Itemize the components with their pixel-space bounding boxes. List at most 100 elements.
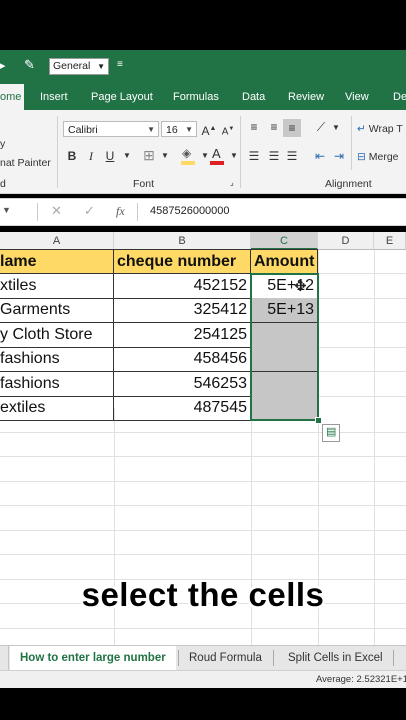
cancel-icon[interactable]: ✕ [51, 203, 62, 219]
font-color-icon[interactable]: A [209, 146, 225, 165]
gridline [318, 298, 406, 299]
align-middle-icon[interactable]: ≡ [265, 118, 283, 136]
decrease-indent-icon[interactable]: ⇤ [311, 147, 329, 165]
header-cell-name[interactable]: lame [0, 249, 114, 274]
font-size-dropdown[interactable]: 16 ▼ [161, 121, 197, 137]
amount-cell[interactable] [251, 323, 318, 348]
gridline [0, 456, 406, 457]
increase-font-icon[interactable]: A▲ [200, 120, 218, 138]
tab-data[interactable]: Data [242, 84, 265, 110]
clipboard-group-label: d [0, 178, 6, 190]
chevron-down-icon: ▼ [185, 125, 193, 134]
column-header-b[interactable]: B [114, 232, 251, 250]
cheque-cell[interactable]: 546253 [114, 372, 251, 397]
chevron-down-icon: ▼ [147, 125, 155, 134]
gridline [318, 396, 406, 397]
enter-icon[interactable]: ✓ [84, 203, 95, 219]
formula-input[interactable]: 4587526000000 [150, 205, 230, 217]
wrap-text-icon: ↵ [357, 123, 366, 135]
tab-developer[interactable]: Dev [393, 84, 406, 110]
font-name-value: Calibri [68, 124, 98, 136]
column-header-a[interactable]: A [0, 232, 114, 250]
cheque-cell[interactable]: 452152 [114, 274, 251, 299]
name-cell[interactable]: Garments [0, 298, 114, 323]
tab-formulas[interactable]: Formulas [173, 84, 219, 110]
gridline [0, 628, 406, 629]
clear-format-icon[interactable]: ✎ [24, 57, 35, 73]
align-left-icon[interactable]: ☰ [245, 147, 263, 165]
alignment-group-label: Alignment [325, 178, 372, 190]
tab-divider [393, 650, 394, 666]
align-top-icon[interactable]: ≡ [245, 118, 263, 136]
formula-bar-divider [37, 203, 38, 221]
amount-cell[interactable]: 5E+13 [251, 298, 318, 323]
align-center-icon[interactable]: ☰ [265, 147, 283, 165]
merge-center-button[interactable]: ⊟ Merge [357, 151, 399, 163]
align-right-icon[interactable]: ☰ [283, 147, 301, 165]
name-box-dropdown-icon[interactable]: ▼ [2, 205, 11, 215]
cursor-icon: ✥ [294, 278, 307, 295]
video-caption: select the cells [81, 576, 325, 613]
tab-page-layout[interactable]: Page Layout [91, 84, 153, 110]
fill-handle[interactable] [315, 417, 322, 424]
chevron-down-icon[interactable]: ▼ [327, 119, 345, 137]
amount-cell[interactable] [251, 347, 318, 372]
font-group-label: Font [133, 178, 155, 190]
dialog-launcher-icon[interactable]: ⌟ [230, 178, 234, 187]
name-cell[interactable]: y Cloth Store [0, 323, 114, 348]
column-header-e[interactable]: E [374, 232, 406, 250]
header-cell-amount[interactable]: Amount [251, 249, 318, 274]
insert-function-icon[interactable]: fx [116, 204, 125, 219]
copy-button[interactable]: y [0, 138, 5, 150]
customize-toolbar-icon[interactable]: ≡ [117, 59, 123, 70]
number-format-dropdown[interactable]: General ▼ [49, 58, 109, 75]
column-header-c[interactable]: C [251, 232, 318, 250]
gridline [0, 505, 406, 506]
sheet-tab-split-cells[interactable]: Split Cells in Excel [288, 646, 383, 670]
bold-button[interactable]: B [63, 147, 81, 165]
quick-analysis-button[interactable]: ▤ [322, 424, 340, 442]
amount-cell[interactable]: 5E+12 [251, 274, 318, 299]
format-painter-button[interactable]: nat Painter [0, 157, 51, 169]
tab-divider [178, 650, 179, 666]
increase-indent-icon[interactable]: ⇥ [330, 147, 348, 165]
wrap-text-button[interactable]: ↵ Wrap T [357, 123, 403, 135]
gridline [318, 273, 406, 274]
tab-review[interactable]: Review [288, 84, 324, 110]
gridline [0, 432, 406, 433]
cheque-cell[interactable]: 458456 [114, 347, 251, 372]
tab-home[interactable]: ome [0, 84, 24, 110]
cheque-cell[interactable]: 254125 [114, 323, 251, 348]
align-bottom-icon[interactable]: ≡ [283, 119, 301, 137]
sheet-tab-large-number[interactable]: How to enter large number [10, 646, 176, 672]
ribbon: y nat Painter d Calibri ▼ 16 ▼ A▲ A▼ B I U… [0, 110, 406, 194]
fill-color-icon[interactable]: ◈ [180, 146, 196, 165]
chevron-down-icon[interactable]: ▼ [156, 147, 174, 165]
name-cell[interactable]: fashions [0, 347, 114, 372]
quick-analysis-icon: ▤ [326, 426, 337, 438]
gridline [318, 371, 406, 372]
name-cell[interactable]: xtiles [0, 274, 114, 299]
underline-button[interactable]: U [101, 147, 119, 165]
chevron-down-icon[interactable]: ▼ [118, 147, 136, 165]
column-header-d[interactable]: D [318, 232, 374, 250]
gridline [0, 554, 406, 555]
amount-cell[interactable] [251, 396, 318, 421]
tab-view[interactable]: View [345, 84, 369, 110]
cheque-cell[interactable]: 487545 [114, 396, 251, 421]
sheet-tab-roud-formula[interactable]: Roud Formula [189, 646, 262, 670]
gridline [0, 481, 406, 482]
amount-cell[interactable] [251, 372, 318, 397]
italic-button[interactable]: I [82, 147, 100, 165]
tab-divider [273, 650, 274, 666]
redo-icon[interactable]: ▸ [0, 59, 6, 72]
cheque-cell[interactable]: 325412 [114, 298, 251, 323]
merge-icon: ⊟ [357, 151, 366, 163]
header-cell-cheque[interactable]: cheque number [114, 249, 251, 274]
tab-insert[interactable]: Insert [40, 84, 68, 110]
sheet-nav[interactable] [0, 646, 9, 670]
decrease-font-icon[interactable]: A▼ [219, 120, 237, 138]
name-cell[interactable]: fashions [0, 372, 114, 397]
font-name-dropdown[interactable]: Calibri ▼ [63, 121, 159, 137]
name-cell[interactable]: extiles [0, 396, 114, 421]
